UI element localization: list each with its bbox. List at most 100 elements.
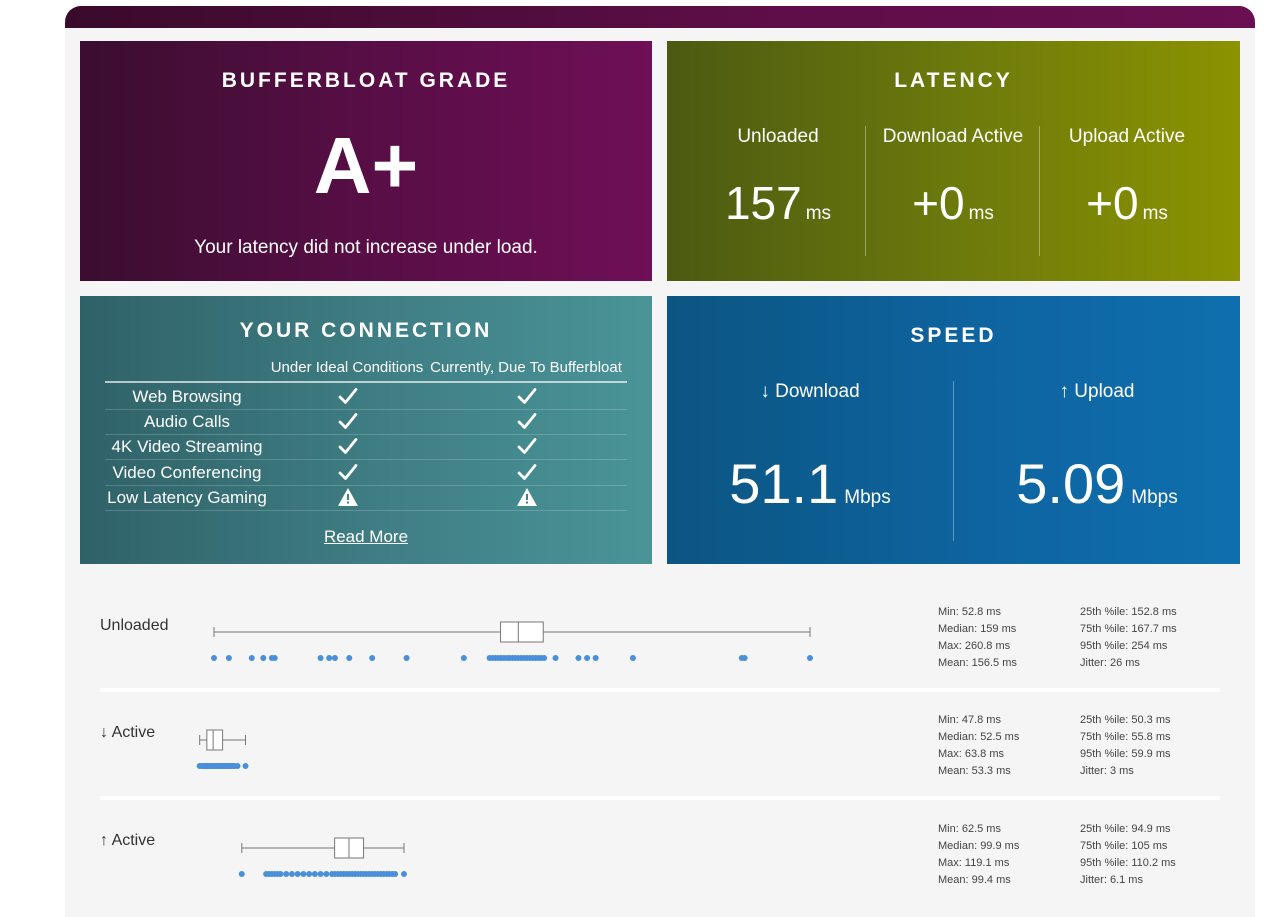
check-icon [338,463,358,480]
current-status [516,461,537,483]
sample-point [283,871,290,877]
sample-point [400,871,407,877]
sample-point [403,655,410,661]
stat-median: Median: 99.9 ms [938,840,1020,852]
bufferbloat-grade-card: BUFFERBLOAT GRADE A+ Your latency did no… [80,41,652,281]
latency-upload-label: Upload Active [1068,126,1186,147]
latency-card: LATENCY Unloaded 157 ms Download Active +… [667,41,1240,281]
stats-left-col: Min: 52.8 ms Median: 159 ms Max: 260.8 m… [938,604,1017,672]
current-status [516,435,537,457]
top-bar [65,6,1255,28]
latency-upload-active: Upload Active +0 ms [1040,126,1214,256]
stat-mean: Mean: 99.4 ms [938,874,1011,886]
stat-p95: 95th %ile: 110.2 ms [1080,857,1176,869]
ideal-status [337,385,358,407]
stats-right-col: 25th %ile: 152.8 ms 75th %ile: 167.7 ms … [1080,604,1177,672]
col-header-current: Currently, Due To Bufferbloat [430,359,622,376]
read-more-link[interactable]: Read More [80,527,652,547]
stats-left-col: Min: 47.8 ms Median: 52.5 ms Max: 63.8 m… [938,712,1019,780]
latency-download-value: +0 [912,177,965,229]
current-status [516,385,537,407]
stats-download-active: ↓ Active Min: 47.8 ms Median: 52.5 ms Ma… [100,696,1220,796]
download-label: ↓ Download [760,381,860,402]
stat-max: Max: 119.1 ms [938,857,1010,869]
sample-point [225,655,232,661]
connection-row: Web Browsing [105,385,627,410]
sample-point [346,655,353,661]
sample-point [288,871,295,877]
check-icon [517,438,537,455]
upload-value: 5.09 [1016,452,1126,515]
stat-p25: 25th %ile: 152.8 ms [1080,606,1177,618]
sample-point [311,871,318,877]
download-unit: Mbps [844,487,891,508]
connection-row: 4K Video Streaming [105,435,627,461]
stat-p25: 25th %ile: 50.3 ms [1080,714,1171,726]
latency-download-active: Download Active +0 ms [866,126,1040,256]
sample-point [300,871,307,877]
stat-median: Median: 159 ms [938,623,1017,635]
latency-upload-unit: ms [1142,203,1168,224]
ideal-status [337,461,358,483]
row-separator [100,796,1220,800]
stat-jitter: Jitter: 6.1 ms [1080,874,1143,886]
stat-max: Max: 260.8 ms [938,640,1011,652]
stat-min: Min: 62.5 ms [938,823,1001,835]
connection-row: Low Latency Gaming [105,486,627,511]
sample-point [552,655,559,661]
latency-download-label: Download Active [882,126,1024,147]
sample-point [460,655,467,661]
upload-label: ↑ Upload [1059,381,1135,402]
stat-p95: 95th %ile: 59.9 ms [1080,748,1171,760]
stats-unloaded: Unloaded Min: 52.8 ms Median: 159 ms Max… [100,588,1220,688]
sample-point [392,871,399,877]
row-separator [100,688,1220,692]
sample-point [306,871,313,877]
current-status [516,486,537,508]
speed-download: ↓ Download 51.1 Mbps [667,381,953,541]
speed-card: SPEED ↓ Download 51.1 Mbps ↑ Upload 5.09 M… [667,296,1240,564]
stat-p95: 95th %ile: 254 ms [1080,640,1168,652]
connection-row: Audio Calls [105,410,627,436]
check-icon [517,388,537,404]
sample-point [317,655,324,661]
stats-right-col: 25th %ile: 94.9 ms 75th %ile: 105 ms 95t… [1080,821,1176,889]
sample-point [317,871,324,877]
stat-median: Median: 52.5 ms [938,731,1020,743]
unloaded-boxplot [211,621,813,661]
header-divider [105,381,627,383]
check-icon [338,388,358,404]
sample-point [629,655,636,661]
warning-icon [338,487,358,506]
connection-row-name: 4K Video Streaming [111,437,263,457]
stat-min: Min: 47.8 ms [938,714,1001,726]
iqr-box [500,621,544,643]
sample-point [234,763,241,769]
iqr-box [206,729,224,751]
sample-point [541,655,548,661]
sample-point [592,655,599,661]
connection-card: YOUR CONNECTION Under Ideal Conditions C… [80,296,652,564]
sample-point [369,655,376,661]
latency-download-unit: ms [968,203,994,224]
stats-upload-active: ↑ Active Min: 62.5 ms Median: 99.9 ms Ma… [100,804,1220,909]
connection-row-name: Audio Calls [144,412,230,432]
sample-point [326,655,333,661]
sample-point [294,871,301,877]
latency-unloaded-unit: ms [805,203,832,224]
stat-p25: 25th %ile: 94.9 ms [1080,823,1171,835]
upload-unit: Mbps [1131,487,1178,508]
sample-point [248,655,255,661]
sample-point [575,655,582,661]
check-icon [338,438,358,455]
latency-unloaded-label: Unloaded [737,126,819,147]
latency-unloaded: Unloaded 157 ms [691,126,865,256]
sample-point [741,655,748,661]
connection-row-name: Video Conferencing [112,462,262,482]
sample-point [211,655,217,661]
stat-mean: Mean: 156.5 ms [938,657,1017,669]
sample-point [807,655,813,661]
latency-unloaded-value: 157 [724,177,802,229]
connection-row-name: Low Latency Gaming [107,487,267,507]
sample-point [271,655,278,661]
